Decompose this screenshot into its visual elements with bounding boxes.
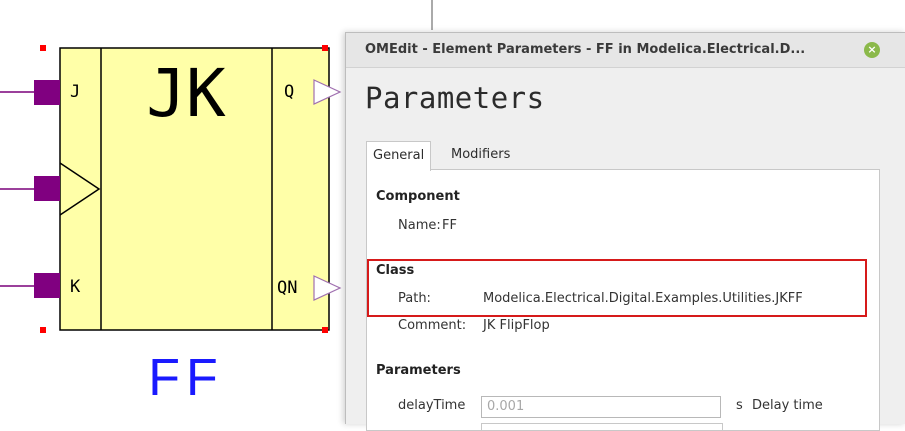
name-value: FF <box>442 218 457 233</box>
parameters-heading: Parameters <box>365 81 545 115</box>
next-parameter-input[interactable] <box>481 423 723 430</box>
tab-general[interactable]: General <box>366 141 432 171</box>
name-label: Name: <box>398 218 441 233</box>
comment-label: Comment: <box>398 318 467 333</box>
selection-handle-tl[interactable] <box>40 45 46 51</box>
element-parameters-dialog: OMEdit - Element Parameters - FF in Mode… <box>345 32 905 431</box>
tab-modifiers[interactable]: Modifiers <box>451 141 510 169</box>
delaytime-description: Delay time <box>752 398 823 413</box>
port-k-label: K <box>70 277 81 297</box>
dialog-titlebar[interactable]: OMEdit - Element Parameters - FF in Mode… <box>346 33 905 68</box>
component-section-title: Component <box>376 189 460 204</box>
selection-handle-bl[interactable] <box>40 327 46 333</box>
instance-name: FF <box>148 349 224 407</box>
port-qn-label: QN <box>277 278 297 298</box>
selection-handle-tr[interactable] <box>322 45 328 51</box>
selection-handle-br[interactable] <box>322 327 328 333</box>
port-j-pin[interactable] <box>34 80 60 105</box>
port-j-label: J <box>70 82 80 102</box>
delaytime-label: delayTime <box>398 398 466 413</box>
path-value: Modelica.Electrical.Digital.Examples.Uti… <box>483 291 803 306</box>
port-k-pin[interactable] <box>34 273 60 298</box>
path-label: Path: <box>398 291 431 306</box>
dialog-title: OMEdit - Element Parameters - FF in Mode… <box>365 42 806 57</box>
close-icon[interactable]: × <box>864 42 880 58</box>
class-section-title: Class <box>376 263 415 278</box>
class-highlight-box <box>367 259 867 317</box>
block-title: JK <box>146 55 226 132</box>
delaytime-unit: s <box>736 398 743 413</box>
delaytime-input[interactable]: 0.001 <box>481 396 721 418</box>
port-q-label: Q <box>284 82 294 102</box>
port-clk-pin[interactable] <box>34 176 60 201</box>
comment-value: JK FlipFlop <box>483 318 550 333</box>
parameters-section-title: Parameters <box>376 363 461 378</box>
